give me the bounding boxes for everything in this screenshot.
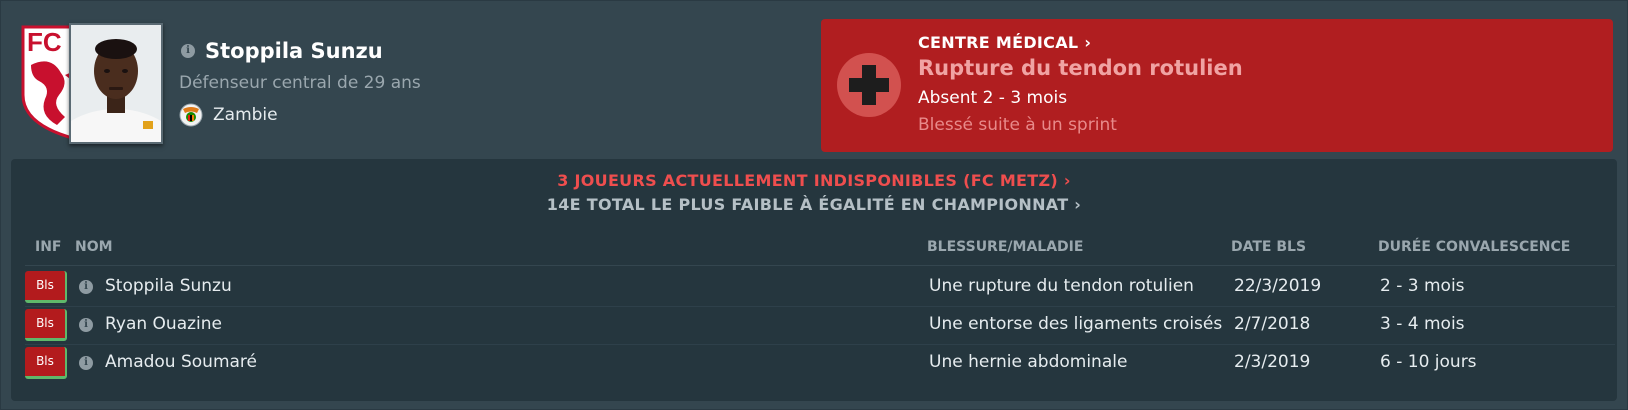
injury-cause: Blessé suite à un sprint: [918, 115, 1117, 135]
table-row[interactable]: Bls i Amadou Soumaré Une hernie abdomina…: [11, 345, 1617, 381]
injury-badge[interactable]: Bls: [25, 271, 67, 303]
info-icon[interactable]: i: [79, 280, 93, 294]
row-date: 2/3/2019: [1234, 352, 1311, 372]
injury-overview-window: FC M i Stoppila Sunzu Défenseur central …: [0, 0, 1628, 410]
info-icon[interactable]: i: [181, 44, 195, 58]
unavailable-count-link[interactable]: 3 JOUEURS ACTUELLEMENT INDISPONIBLES (FC…: [11, 171, 1617, 190]
injury-badge[interactable]: Bls: [25, 309, 67, 341]
row-duration: 3 - 4 mois: [1380, 314, 1465, 334]
league-ranking-link[interactable]: 14E TOTAL LE PLUS FAIBLE À ÉGALITÉ EN CH…: [11, 195, 1617, 214]
injury-badge[interactable]: Bls: [25, 347, 67, 379]
row-duration: 6 - 10 jours: [1380, 352, 1477, 372]
table-row[interactable]: Bls i Stoppila Sunzu Une rupture du tend…: [11, 269, 1617, 305]
medical-centre-link[interactable]: CENTRE MÉDICAL ›: [918, 33, 1091, 52]
row-date: 2/7/2018: [1234, 314, 1311, 334]
row-date: 22/3/2019: [1234, 276, 1322, 296]
column-header-inf[interactable]: INF: [35, 239, 62, 255]
row-player-name[interactable]: Amadou Soumaré: [105, 352, 257, 372]
row-duration: 2 - 3 mois: [1380, 276, 1465, 296]
player-name-row: i Stoppila Sunzu: [181, 39, 383, 63]
medical-cross-icon: [837, 53, 901, 117]
medical-centre-panel[interactable]: CENTRE MÉDICAL › Rupture du tendon rotuli…: [821, 19, 1613, 152]
row-injury: Une entorse des ligaments croisés: [929, 314, 1223, 334]
row-injury: Une rupture du tendon rotulien: [929, 276, 1194, 296]
header-divider: [25, 265, 1615, 266]
info-icon[interactable]: i: [79, 356, 93, 370]
row-player-name[interactable]: Ryan Ouazine: [105, 314, 222, 334]
column-header-date[interactable]: DATE BLS: [1231, 239, 1306, 255]
medical-centre-title: CENTRE MÉDICAL: [918, 33, 1079, 52]
nationality-row: Zambie: [179, 103, 278, 127]
column-header-duration[interactable]: DURÉE CONVALESCENCE: [1378, 239, 1570, 255]
chevron-right-icon: ›: [1084, 33, 1092, 52]
player-description: Défenseur central de 29 ans: [179, 73, 421, 93]
row-player-name[interactable]: Stoppila Sunzu: [105, 276, 232, 296]
column-header-name[interactable]: NOM: [75, 239, 113, 255]
player-name[interactable]: Stoppila Sunzu: [205, 39, 383, 63]
info-icon[interactable]: i: [79, 318, 93, 332]
column-header-injury[interactable]: BLESSURE/MALADIE: [927, 239, 1083, 255]
injury-name: Rupture du tendon rotulien: [918, 56, 1243, 80]
absence-duration: Absent 2 - 3 mois: [918, 88, 1068, 108]
player-photo: [69, 23, 163, 144]
nationality[interactable]: Zambie: [213, 105, 278, 125]
table-row[interactable]: Bls i Ryan Ouazine Une entorse des ligam…: [11, 307, 1617, 343]
row-injury: Une hernie abdominale: [929, 352, 1128, 372]
unavailable-players-panel: 3 JOUEURS ACTUELLEMENT INDISPONIBLES (FC…: [11, 159, 1617, 401]
zambia-flag-icon[interactable]: [179, 103, 203, 127]
